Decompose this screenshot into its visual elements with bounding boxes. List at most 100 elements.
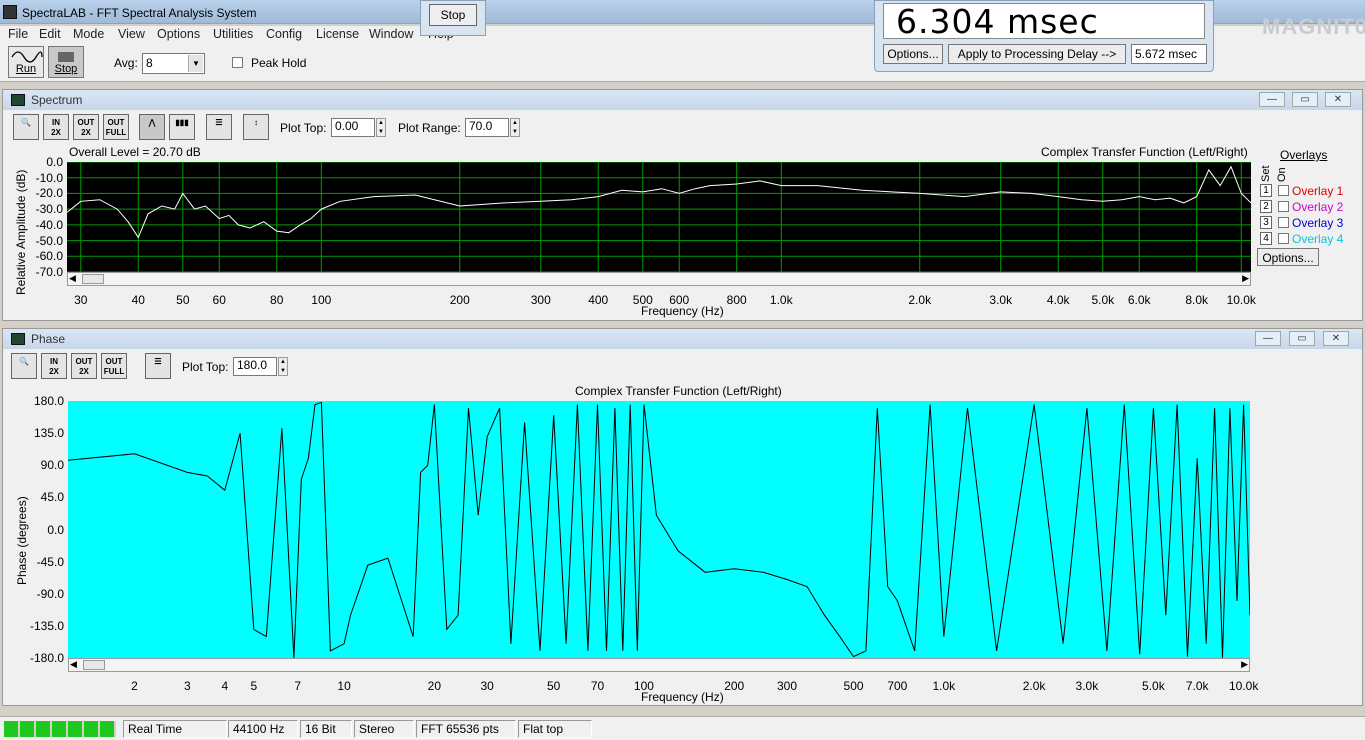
status-channels: Stereo (354, 720, 414, 738)
table-icon[interactable]: ☰ (206, 114, 232, 140)
chevron-down-icon[interactable]: ▼ (188, 55, 203, 72)
maximize-icon[interactable]: ▭ (1289, 331, 1315, 346)
scroll-left-icon[interactable]: ◀ (69, 273, 76, 284)
maximize-icon[interactable]: ▭ (1292, 92, 1318, 107)
zoom-in-2x-icon[interactable]: IN 2X (43, 114, 69, 140)
zoom-out-full-icon[interactable]: OUT FULL (101, 353, 127, 379)
status-bar: Real Time 44100 Hz 16 Bit Stereo FFT 655… (0, 716, 1365, 740)
status-window: Flat top (518, 720, 592, 738)
menu-file[interactable]: File (8, 27, 28, 41)
x-tick-label: 1.0k (932, 679, 956, 693)
zoom-out-2x-icon[interactable]: OUT 2X (71, 353, 97, 379)
menu-config[interactable]: Config (266, 27, 302, 41)
close-icon[interactable]: ✕ (1325, 92, 1351, 107)
menu-view[interactable]: View (118, 27, 145, 41)
zoom-out-full-icon[interactable]: OUT FULL (103, 114, 129, 140)
table-icon[interactable]: ☰ (145, 353, 171, 379)
overlay-2-checkbox[interactable] (1278, 201, 1289, 212)
x-tick-label: 8.0k (1185, 293, 1209, 307)
overlay-3-set[interactable]: 3 (1260, 216, 1272, 229)
overlay-3-checkbox[interactable] (1278, 217, 1289, 228)
phase-title: Phase (31, 332, 66, 346)
apply-delay-button[interactable]: Apply to Processing Delay --> (948, 44, 1126, 64)
bar-plot-icon[interactable]: ▮▮▮ (169, 114, 195, 140)
zoom-in-2x-icon[interactable]: IN 2X (41, 353, 67, 379)
phase-ylabel: Phase (degrees) (15, 496, 29, 585)
spectrum-plot-range-input[interactable]: 70.0 (465, 118, 509, 137)
y-tick-label: 0.0 (46, 155, 63, 169)
zoom-icon[interactable]: 🔍 (13, 114, 39, 140)
menu-options[interactable]: Options (157, 27, 200, 41)
x-tick-label: 200 (724, 679, 745, 693)
spectrum-window-icon (11, 94, 25, 106)
x-tick-label: 50 (176, 293, 190, 307)
menu-window[interactable]: Window (369, 27, 413, 41)
x-tick-label: 6.0k (1127, 293, 1151, 307)
spectrum-plot-top-input[interactable]: 0.00 (331, 118, 375, 137)
y-tick-label: 135.0 (33, 426, 64, 441)
spectrum-scroll-thumb[interactable] (82, 274, 104, 284)
float-stop-button[interactable]: Stop (429, 4, 477, 26)
y-tick-label: -90.0 (36, 586, 64, 601)
line-plot-icon[interactable]: ⋀ (139, 114, 165, 140)
x-tick-label: 7.0k (1185, 679, 1209, 693)
y-tick-label: 90.0 (40, 458, 64, 473)
overlay-1-set[interactable]: 1 (1260, 184, 1272, 197)
spectrum-plot-range-spinner[interactable]: ▲ ▼ (510, 118, 520, 137)
delay-options-button[interactable]: Options... (883, 44, 943, 64)
y-tick-label: 180.0 (33, 394, 64, 408)
stop-button[interactable]: Stop (48, 46, 84, 78)
avg-select[interactable]: 8 ▼ (142, 53, 205, 74)
spectrum-scrollbar[interactable]: ◀ ▶ (67, 272, 1251, 286)
minimize-icon[interactable]: — (1259, 92, 1285, 107)
stop-square-icon (58, 52, 74, 62)
x-tick-label: 30 (74, 293, 88, 307)
run-button[interactable]: Run (8, 46, 44, 78)
scroll-right-icon[interactable]: ▶ (1242, 273, 1249, 284)
overall-level: Overall Level = 20.70 dB (69, 145, 201, 159)
y-tick-label: -40.0 (35, 217, 63, 232)
spectrum-plot-top-spinner[interactable]: ▲ ▼ (376, 118, 386, 137)
spectrum-plot[interactable] (67, 162, 1251, 272)
minimize-icon[interactable]: — (1255, 331, 1281, 346)
close-icon[interactable]: ✕ (1323, 331, 1349, 346)
spectrum-plot-range-label: Plot Range: (398, 121, 461, 135)
phase-plot-title: Complex Transfer Function (Left/Right) (575, 384, 782, 398)
x-tick-label: 4 (221, 679, 229, 693)
overlay-4-checkbox[interactable] (1278, 233, 1289, 244)
x-tick-label: 50 (547, 679, 561, 693)
y-tick-label: -45.0 (36, 554, 64, 569)
overlay-3-label: Overlay 3 (1292, 216, 1344, 230)
app-icon (3, 5, 17, 19)
menu-utilities[interactable]: Utilities (213, 27, 253, 41)
menu-license[interactable]: License (316, 27, 359, 41)
peak-hold-label: Peak Hold (251, 56, 307, 70)
spectrum-plot-title: Complex Transfer Function (Left/Right) (1041, 145, 1248, 159)
spectrum-plot-top-label: Plot Top: (280, 121, 327, 135)
overlay-options-button[interactable]: Options... (1257, 248, 1319, 266)
overlay-4-set[interactable]: 4 (1260, 232, 1272, 245)
phase-plot-top-input[interactable]: 180.0 (233, 357, 277, 376)
phase-scrollbar[interactable]: ◀ ▶ (68, 658, 1250, 672)
x-tick-label: 80 (270, 293, 284, 307)
range-icon[interactable]: ↕ (243, 114, 269, 140)
zoom-icon[interactable]: 🔍 (11, 353, 37, 379)
scroll-left-icon[interactable]: ◀ (70, 659, 77, 670)
spectrum-xlabel: Frequency (Hz) (641, 304, 724, 318)
overlay-1-checkbox[interactable] (1278, 185, 1289, 196)
x-tick-label: 60 (212, 293, 226, 307)
y-tick-label: -50.0 (35, 233, 63, 248)
overlay-2-set[interactable]: 2 (1260, 200, 1272, 213)
delay-value-field[interactable]: 5.672 msec (1131, 44, 1207, 64)
peak-hold-checkbox[interactable] (232, 57, 243, 68)
x-tick-label: 200 (449, 293, 470, 307)
scroll-right-icon[interactable]: ▶ (1241, 659, 1248, 670)
x-tick-label: 10.0k (1226, 293, 1256, 307)
menu-edit[interactable]: Edit (39, 27, 61, 41)
zoom-out-2x-icon[interactable]: OUT 2X (73, 114, 99, 140)
menu-mode[interactable]: Mode (73, 27, 104, 41)
phase-plot[interactable] (68, 401, 1250, 658)
phase-plot-top-spinner[interactable]: ▲ ▼ (278, 357, 288, 376)
y-tick-label: 45.0 (40, 490, 64, 505)
phase-scroll-thumb[interactable] (83, 660, 105, 670)
